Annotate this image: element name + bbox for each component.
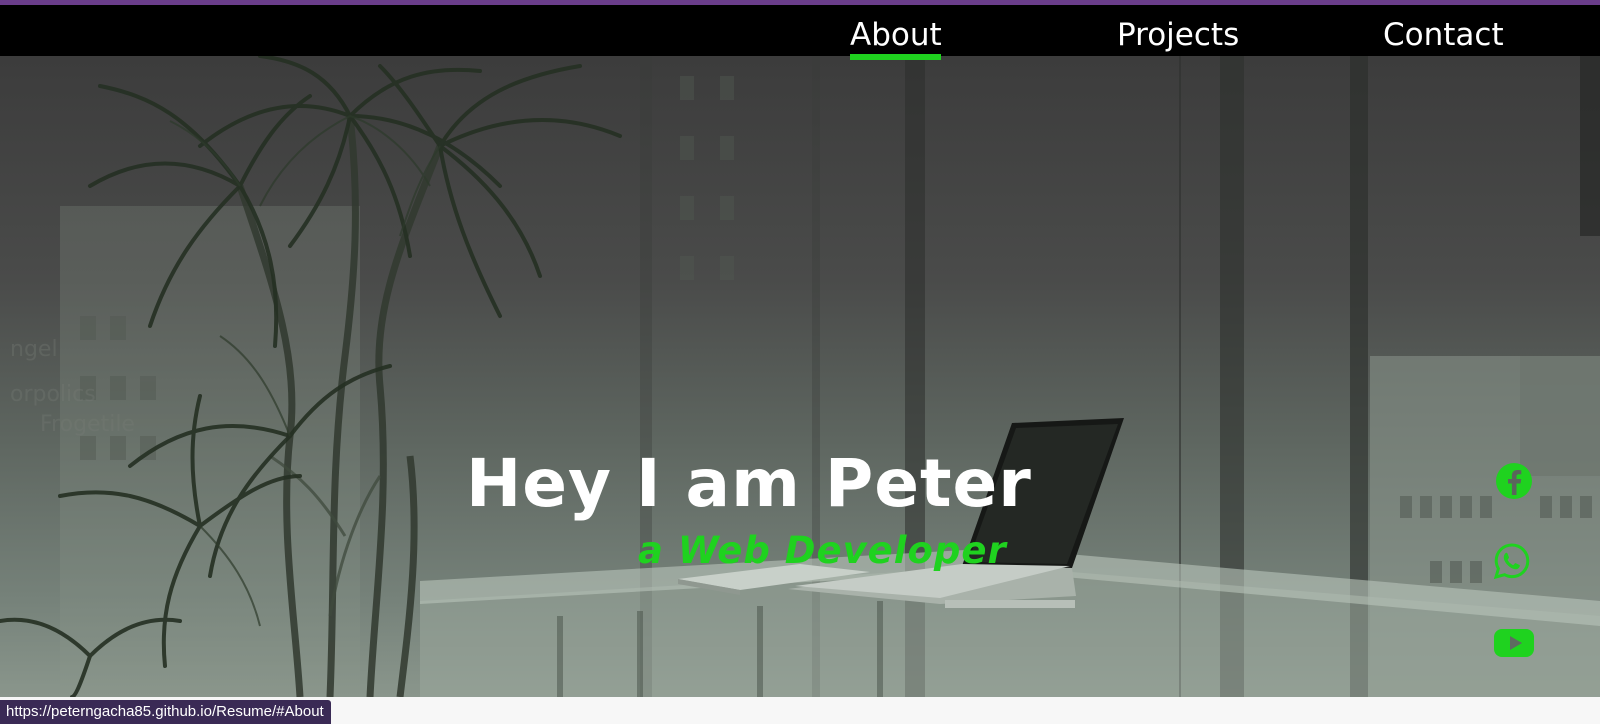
nav-link-contact[interactable]: Contact xyxy=(1383,18,1504,52)
hero-title: Hey I am Peter xyxy=(466,445,1032,523)
youtube-icon[interactable] xyxy=(1494,621,1534,661)
navbar: About Projects Contact xyxy=(0,5,1600,56)
hero-background-image: ngel orpolics Frogetile xyxy=(0,56,1600,697)
svg-text:Frogetile: Frogetile xyxy=(40,412,135,437)
status-url-tooltip: https://peterngacha85.github.io/Resume/#… xyxy=(0,700,331,724)
svg-text:ngel: ngel xyxy=(10,337,58,362)
page: About Projects Contact ngel orpolics Fro… xyxy=(0,0,1600,724)
active-nav-underline xyxy=(850,54,941,60)
nav-link-about[interactable]: About xyxy=(850,18,942,52)
svg-text:orpolics: orpolics xyxy=(10,382,96,407)
facebook-icon[interactable] xyxy=(1494,461,1534,501)
hero-subtitle: a Web Developer xyxy=(638,528,1007,572)
hero-section: ngel orpolics Frogetile Hey I am Peter a… xyxy=(0,56,1600,697)
nav-link-projects[interactable]: Projects xyxy=(1117,18,1239,52)
whatsapp-icon[interactable] xyxy=(1492,541,1532,581)
